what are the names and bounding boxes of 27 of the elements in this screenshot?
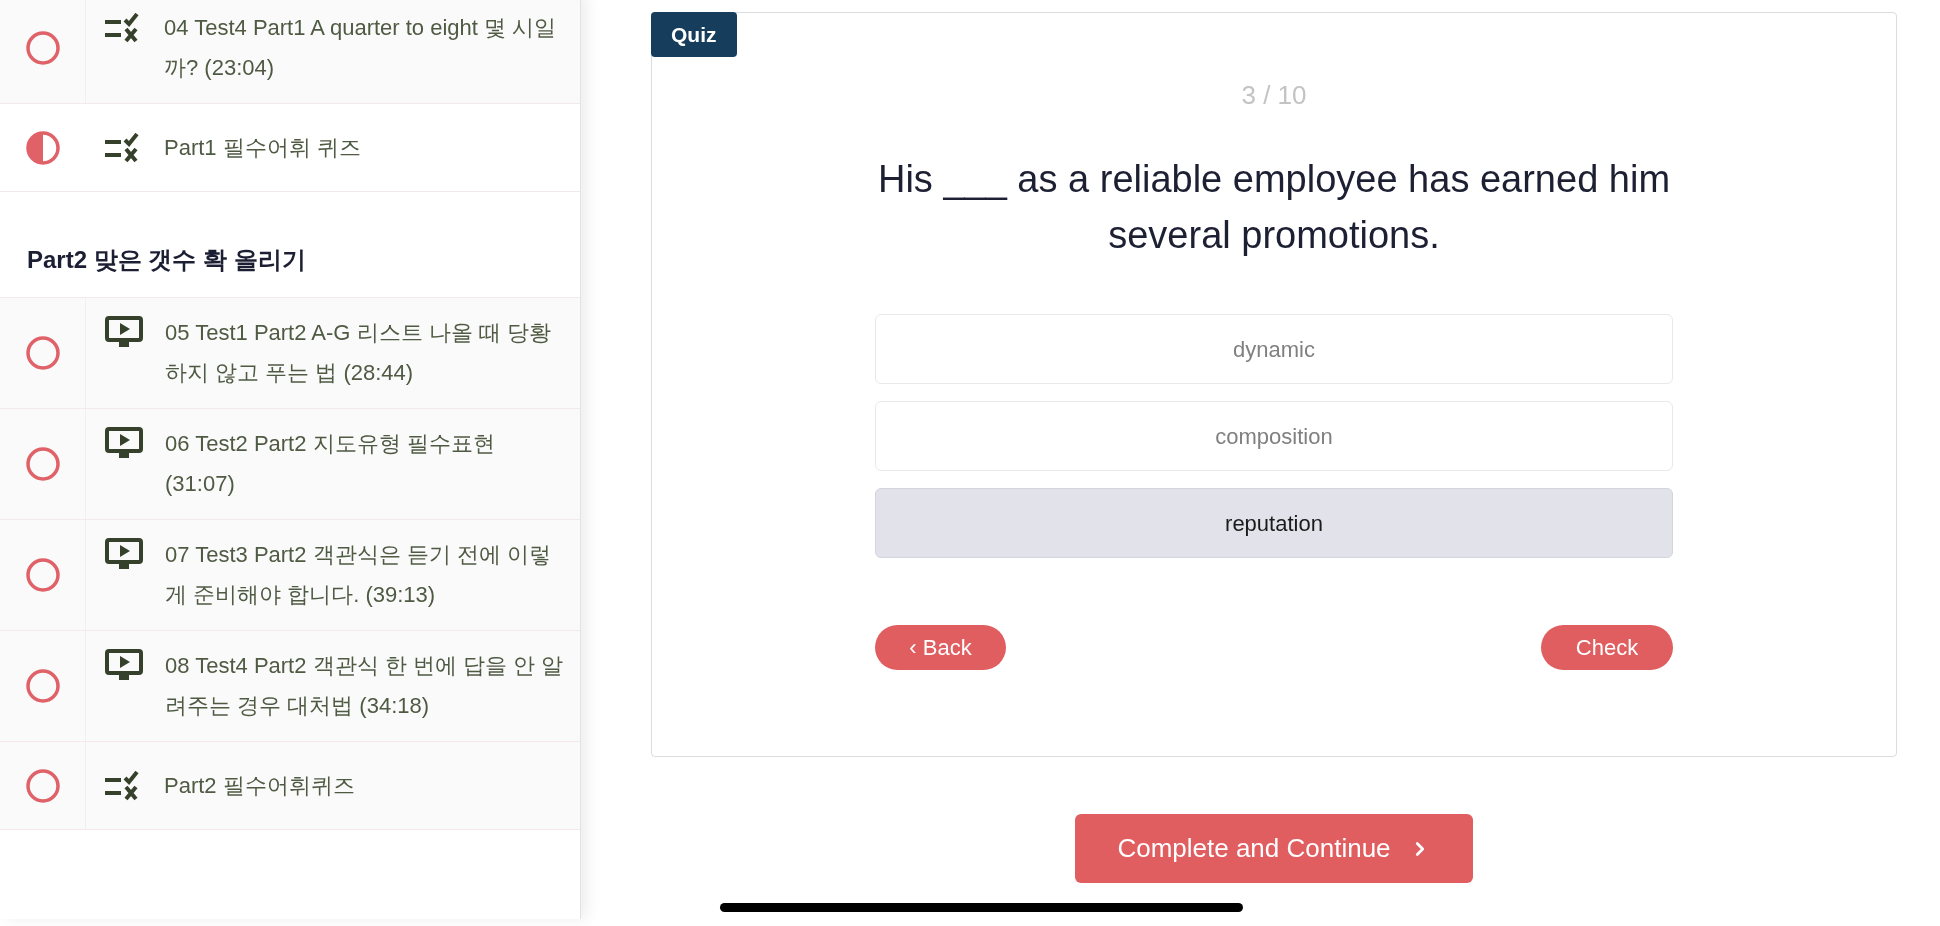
question-text: His ___ as a reliable employee has earned him several promotions.	[876, 157, 1672, 258]
lesson-title: 07 Test3 Part2 객관식은 듣기 전에 이렇게 준비해야 합니다. (39:13)	[165, 541, 552, 609]
lesson-title: 08 Test4 Part2 객관식 한 번에 답을 안 알려주는 경우 대처법 (34:18)	[165, 652, 565, 720]
video-monitor-icon	[105, 538, 143, 570]
lesson-row[interactable]: 07 Test3 Part2 객관식은 듣기 전에 이렇게 준비해야 합니다. (39:13)	[0, 520, 580, 631]
lesson-title: Part2 필수어휘퀴즈	[164, 771, 355, 800]
video-monitor-icon	[105, 649, 143, 681]
video-monitor-icon	[105, 316, 143, 348]
lesson-row[interactable]: 05 Test1 Part2 A-G 리스트 나올 때 당황하지 않고 푸는 법 (28:44)	[0, 298, 580, 409]
lesson-row[interactable]: 04 Test4 Part1 A quarter to eight 몇 시일까? (23:04)	[0, 0, 580, 104]
answer-option[interactable]: reputation	[875, 488, 1673, 558]
back-button[interactable]: ‹ Back	[875, 625, 1006, 670]
lesson-title: 04 Test4 Part1 A quarter to eight 몇 시일까? (23:04)	[164, 14, 558, 82]
lesson-row[interactable]: Part2 필수어휘퀴즈	[0, 742, 580, 830]
answer-option[interactable]: composition	[875, 401, 1673, 471]
lesson-title: Part1 필수어휘 퀴즈	[164, 133, 361, 162]
complete-and-continue-button[interactable]: Complete and Continue	[1075, 814, 1473, 883]
quiz-badge: Quiz	[651, 12, 737, 57]
video-monitor-icon	[105, 427, 143, 459]
lesson-row[interactable]: 06 Test2 Part2 지도유형 필수표현 (31:07)	[0, 409, 580, 520]
lesson-row[interactable]: 08 Test4 Part2 객관식 한 번에 답을 안 알려주는 경우 대처법 (34:18)	[0, 631, 580, 742]
lesson-row[interactable]: Part1 필수어휘 퀴즈	[0, 104, 580, 192]
check-button[interactable]: Check	[1541, 625, 1673, 670]
question-counter: 3 / 10	[1241, 79, 1307, 111]
lesson-title: 05 Test1 Part2 A-G 리스트 나올 때 당황하지 않고 푸는 법 (28:44)	[165, 319, 552, 387]
answer-option[interactable]: dynamic	[875, 314, 1673, 384]
lesson-title: 06 Test2 Part2 지도유형 필수표현 (31:07)	[165, 430, 496, 498]
